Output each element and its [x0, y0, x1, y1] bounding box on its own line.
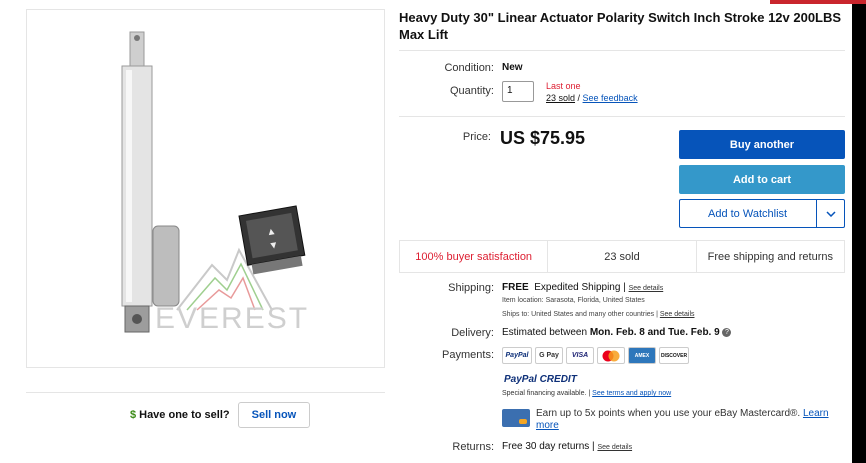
- price-value: US $75.95: [500, 128, 586, 148]
- mastercard-icon: MC: [597, 347, 625, 364]
- svg-text:EVEREST: EVEREST: [155, 302, 309, 335]
- financing-text: Special financing available. | See terms…: [502, 390, 672, 397]
- shipping-details-link[interactable]: See details: [629, 285, 664, 292]
- stat-satisfaction: 100% buyer satisfaction: [415, 250, 533, 263]
- returns-label: Returns:: [452, 441, 494, 453]
- amex-icon: AMEX: [628, 347, 656, 364]
- quantity-label: Quantity:: [449, 85, 494, 97]
- item-location: Item location: Sarasota, Florida, United…: [502, 297, 645, 304]
- stat-sold: 23 sold: [547, 241, 695, 272]
- delivery-label: Delivery:: [451, 327, 494, 339]
- listing-title: Heavy Duty 30" Linear Actuator Polarity …: [399, 10, 842, 42]
- listing-page: EVEREST ▲ ▼ $ Have one to sell? Sell now…: [0, 0, 852, 463]
- ships-details-link[interactable]: See details: [660, 311, 695, 318]
- watchlist-label: Add to Watchlist: [708, 207, 788, 220]
- divider: [399, 50, 845, 51]
- sell-question: Have one to sell?: [139, 409, 230, 421]
- listing-stats: 100% buyer satisfaction 23 sold Free shi…: [399, 240, 845, 273]
- condition-value: New: [502, 62, 523, 73]
- svg-text:▼: ▼: [268, 240, 280, 253]
- mastercard-promo: Earn up to 5x points when you use your e…: [536, 408, 829, 431]
- visa-icon: VISA: [566, 347, 594, 364]
- sell-prompt: $ Have one to sell? Sell now: [130, 402, 311, 428]
- dollar-icon: $: [130, 409, 137, 421]
- condition-label: Condition:: [444, 62, 494, 74]
- quantity-input[interactable]: 1: [502, 81, 534, 102]
- header-strip: [770, 0, 866, 4]
- sold-feedback: 23 sold / See feedback: [546, 93, 638, 103]
- sell-now-button[interactable]: Sell now: [237, 402, 311, 428]
- payments-label: Payments:: [442, 349, 494, 361]
- buy-another-button[interactable]: Buy another: [679, 130, 845, 159]
- returns-details-link[interactable]: See details: [597, 444, 632, 451]
- delivery-value: Estimated between Mon. Feb. 8 and Tue. F…: [502, 327, 732, 338]
- payment-methods: PayPal G Pay VISA MC AMEX DISCOVER: [502, 347, 689, 364]
- last-one-notice: Last one: [546, 81, 581, 91]
- price-label: Price:: [462, 131, 491, 143]
- shipping-value: FREE Expedited Shipping | See details: [502, 282, 664, 293]
- sold-count-link[interactable]: 23 sold: [546, 93, 575, 103]
- paypal-icon: PayPal: [502, 347, 532, 364]
- divider: [26, 392, 385, 393]
- info-icon[interactable]: ?: [722, 327, 732, 337]
- svg-text:▲: ▲: [265, 226, 277, 239]
- actuator-image: EVEREST ▲ ▼: [121, 31, 309, 335]
- discover-icon: DISCOVER: [659, 347, 689, 364]
- chevron-down-icon[interactable]: [816, 200, 844, 227]
- see-feedback-link[interactable]: See feedback: [583, 93, 638, 103]
- divider: [399, 116, 845, 117]
- product-image[interactable]: EVEREST ▲ ▼: [26, 9, 385, 368]
- add-to-watchlist-button[interactable]: Add to Watchlist: [679, 199, 845, 228]
- apply-link[interactable]: See terms and apply now: [592, 390, 671, 397]
- returns-value: Free 30 day returns | See details: [502, 441, 633, 452]
- stat-shipping: Free shipping and returns: [695, 241, 844, 272]
- credit-card-icon: [502, 409, 530, 427]
- ships-to: Ships to: United States and many other c…: [502, 311, 695, 318]
- add-to-cart-button[interactable]: Add to cart: [679, 165, 845, 194]
- shipping-label: Shipping:: [448, 282, 494, 294]
- google-pay-icon: G Pay: [535, 347, 563, 364]
- paypal-credit-logo: PayPal CREDIT: [504, 374, 577, 385]
